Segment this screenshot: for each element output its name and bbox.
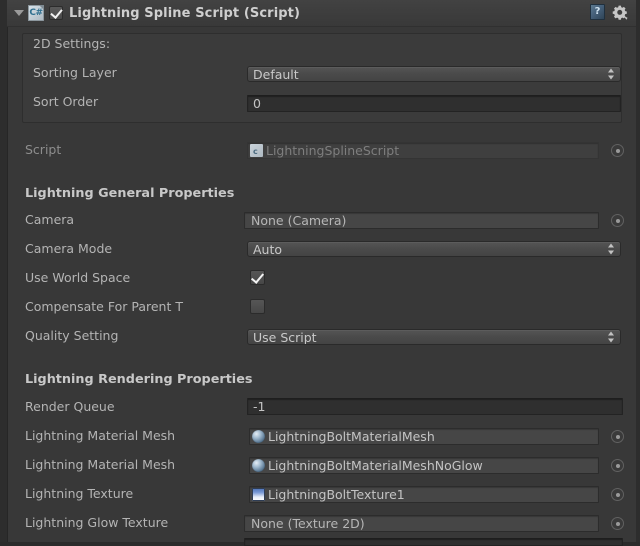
help-button[interactable]: ? (590, 4, 608, 22)
row-lightning-material-mesh-noglow: Lightning Material Mesh LightningBoltMat… (7, 454, 636, 476)
rendering-properties-header: Lightning Rendering Properties (25, 372, 253, 387)
csharp-script-icon (250, 144, 263, 158)
quality-setting-dropdown[interactable]: Use Script (247, 329, 621, 345)
lightning-material-mesh-noglow-label: Lightning Material Mesh (25, 457, 176, 472)
compensate-for-parent-label: Compensate For Parent T (25, 299, 183, 314)
two-d-settings-header-label: 2D Settings: (33, 36, 111, 51)
row-lightning-texture: Lightning Texture LightningBoltTexture1 (7, 483, 636, 505)
material-sphere-icon (252, 430, 265, 443)
next-field-partial[interactable] (244, 538, 623, 546)
foldout-arrow-icon[interactable] (12, 6, 26, 20)
component-title: Lightning Spline Script (Script) (69, 5, 301, 21)
csharp-script-icon: C# (28, 5, 44, 21)
sorting-layer-dropdown[interactable]: Default (247, 66, 621, 82)
lightning-texture-value: LightningBoltTexture1 (268, 487, 405, 502)
lightning-material-mesh-noglow-picker-icon[interactable] (611, 459, 624, 472)
script-object-picker-icon[interactable] (611, 144, 624, 157)
camera-mode-dropdown[interactable]: Auto (247, 241, 621, 257)
camera-object-picker-icon[interactable] (611, 214, 624, 227)
component-header[interactable]: C# Lightning Spline Script (Script) ? (7, 0, 636, 27)
compensate-for-parent-checkbox[interactable] (250, 299, 265, 314)
row-lightning-glow-texture: Lightning Glow Texture None (Texture 2D) (7, 512, 636, 534)
sort-order-input[interactable]: 0 (247, 95, 621, 112)
help-book-icon: ? (590, 4, 605, 20)
lightning-glow-texture-label: Lightning Glow Texture (25, 515, 169, 530)
lightning-texture-label: Lightning Texture (25, 486, 134, 501)
row-2d-settings-header: 2D Settings: (7, 33, 636, 55)
script-object-value: LightningSplineScript (266, 143, 400, 158)
row-script: Script LightningSplineScript (7, 139, 636, 161)
script-label: Script (25, 142, 62, 157)
gear-icon (612, 4, 630, 20)
row-use-world-space: Use World Space (7, 267, 636, 289)
script-object-field[interactable]: LightningSplineScript (247, 142, 599, 159)
row-rendering-header: Lightning Rendering Properties (7, 369, 636, 391)
render-queue-label: Render Queue (25, 399, 115, 414)
row-sort-order: Sort Order 0 (7, 91, 636, 113)
texture-swatch-icon (252, 488, 265, 501)
chevron-updown-icon (608, 68, 615, 80)
lightning-glow-texture-picker-icon[interactable] (611, 517, 624, 530)
unity-inspector-panel: C# Lightning Spline Script (Script) ? 2D… (0, 0, 640, 546)
row-lightning-material-mesh: Lightning Material Mesh LightningBoltMat… (7, 425, 636, 447)
camera-mode-label: Camera Mode (25, 241, 113, 256)
component-settings-button[interactable] (612, 4, 630, 22)
row-camera-mode: Camera Mode Auto (7, 238, 636, 260)
row-render-queue: Render Queue -1 (7, 396, 636, 418)
chevron-updown-icon (608, 331, 615, 343)
lightning-material-mesh-value: LightningBoltMaterialMesh (268, 429, 435, 444)
camera-label: Camera (25, 212, 75, 227)
general-properties-header: Lightning General Properties (25, 186, 235, 201)
lightning-material-mesh-noglow-value: LightningBoltMaterialMeshNoGlow (268, 458, 483, 473)
row-camera: Camera None (Camera) (7, 209, 636, 231)
lightning-material-mesh-picker-icon[interactable] (611, 430, 624, 443)
lightning-material-mesh-object-field[interactable]: LightningBoltMaterialMesh (249, 428, 599, 445)
lightning-glow-texture-object-field[interactable]: None (Texture 2D) (244, 515, 599, 532)
material-sphere-icon (252, 459, 265, 472)
lightning-texture-picker-icon[interactable] (611, 488, 624, 501)
camera-object-field[interactable]: None (Camera) (244, 212, 599, 229)
component-enabled-checkbox[interactable] (49, 6, 63, 20)
render-queue-input[interactable]: -1 (247, 398, 623, 415)
lightning-texture-object-field[interactable]: LightningBoltTexture1 (249, 486, 599, 503)
sorting-layer-label: Sorting Layer (33, 65, 117, 80)
inspector-right-gutter (636, 0, 640, 542)
row-quality-setting: Quality Setting Use Script (7, 325, 636, 347)
use-world-space-checkbox[interactable] (250, 270, 265, 285)
row-sorting-layer: Sorting Layer Default (7, 62, 636, 84)
quality-setting-label: Quality Setting (25, 328, 119, 343)
row-next-partial (7, 538, 636, 546)
row-compensate-for-parent: Compensate For Parent T (7, 296, 636, 318)
row-general-header: Lightning General Properties (7, 183, 636, 205)
chevron-updown-icon (608, 243, 615, 255)
lightning-material-mesh-noglow-object-field[interactable]: LightningBoltMaterialMeshNoGlow (249, 457, 599, 474)
lightning-material-mesh-label: Lightning Material Mesh (25, 428, 176, 443)
sort-order-label: Sort Order (33, 94, 99, 109)
use-world-space-label: Use World Space (25, 270, 131, 285)
